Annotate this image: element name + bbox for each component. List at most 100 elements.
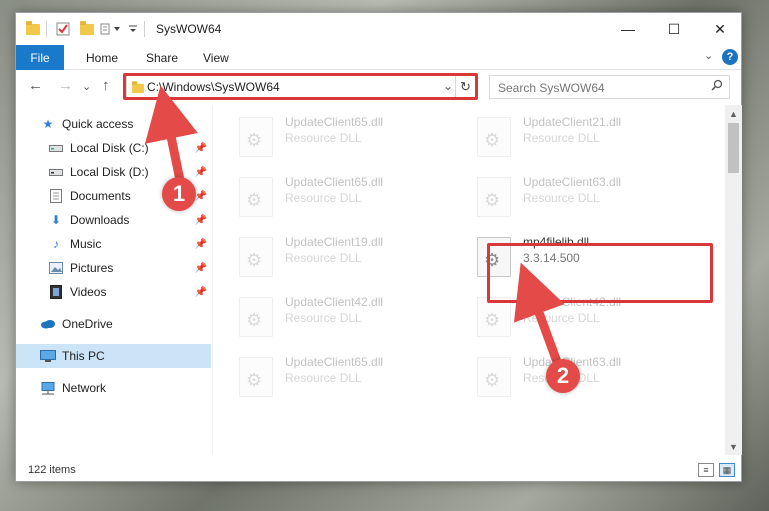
music-icon: ♪ — [53, 237, 59, 251]
back-button[interactable]: ← — [28, 77, 43, 94]
file-highlight — [487, 243, 713, 303]
sidebar-item-quick-access[interactable]: ★ Quick access — [16, 112, 211, 136]
sidebar-item-downloads[interactable]: ⬇ Downloads 📌 — [16, 208, 211, 232]
new-folder-icon[interactable] — [80, 20, 94, 38]
cloud-icon — [40, 317, 56, 331]
folder-icon — [26, 20, 40, 38]
vertical-scrollbar[interactable]: ▲ ▼ — [725, 105, 742, 455]
file-type: Resource DLL — [285, 191, 362, 205]
file-type: Resource DLL — [285, 311, 362, 325]
dll-file-icon: ⚙ — [239, 297, 273, 337]
navigation-pane: ★ Quick access Local Disk (C:) 📌 Local D… — [16, 105, 211, 455]
item-count: 122 items — [28, 464, 76, 476]
sidebar-item-label: Documents — [70, 189, 131, 203]
dll-file-icon: ⚙ — [477, 117, 511, 157]
divider — [46, 20, 47, 38]
dll-file-icon: ⚙ — [239, 117, 273, 157]
pin-icon[interactable]: 📌 — [195, 143, 207, 154]
star-icon: ★ — [42, 117, 54, 131]
file-type: Resource DLL — [523, 311, 600, 325]
search-input[interactable]: Search SysWOW64 — [498, 81, 605, 95]
tab-home[interactable]: Home — [86, 45, 118, 70]
file-name: UpdateClient42.dll — [285, 295, 384, 309]
pin-icon[interactable]: 📌 — [195, 239, 207, 250]
minimize-button[interactable]: — — [605, 13, 651, 45]
file-type: Resource DLL — [285, 371, 362, 385]
documents-icon — [48, 189, 64, 203]
sidebar-item-onedrive[interactable]: OneDrive — [16, 312, 211, 336]
list-item[interactable]: ⚙ UpdateClient63.dll Resource DLL — [451, 171, 681, 221]
explorer-window: SysWOW64 — ☐ ✕ File Home Share View ⌄ ? … — [15, 12, 742, 482]
tiles-view-icon[interactable]: ▦ — [719, 463, 735, 477]
sidebar-item-pictures[interactable]: Pictures 📌 — [16, 256, 211, 280]
pin-icon[interactable]: 📌 — [195, 215, 207, 226]
pin-icon[interactable]: 📌 — [195, 191, 207, 202]
forward-button[interactable]: → — [58, 77, 73, 94]
callout-2: 2 — [546, 359, 580, 393]
list-item[interactable]: ⚙ UpdateClient65.dll Resource DLL — [213, 351, 443, 401]
sidebar-item-network[interactable]: Network — [16, 376, 211, 400]
properties-icon[interactable] — [56, 20, 70, 38]
scroll-up-icon[interactable]: ▲ — [725, 105, 742, 122]
customize-toolbar-icon[interactable] — [100, 20, 122, 38]
file-name: UpdateClient19.dll — [285, 235, 384, 249]
help-icon[interactable]: ? — [722, 49, 738, 65]
dll-file-icon: ⚙ — [477, 297, 511, 337]
window-title: SysWOW64 — [156, 22, 222, 36]
sidebar-item-local-disk-c[interactable]: Local Disk (C:) 📌 — [16, 136, 211, 160]
sidebar-item-label: Local Disk (D:) — [70, 165, 149, 179]
sidebar-item-label: Music — [70, 237, 102, 251]
computer-icon — [40, 349, 56, 363]
file-name: UpdateClient63.dll — [523, 175, 622, 189]
maximize-button[interactable]: ☐ — [651, 13, 697, 45]
callout-1: 1 — [162, 177, 196, 211]
file-type: Resource DLL — [285, 131, 362, 145]
file-name: UpdateClient21.dll — [523, 115, 622, 129]
list-item[interactable]: ⚙ UpdateClient21.dll Resource DLL — [451, 111, 681, 161]
network-icon — [40, 381, 56, 395]
tab-view[interactable]: View — [203, 45, 229, 70]
tab-share[interactable]: Share — [146, 45, 178, 70]
sidebar-item-this-pc[interactable]: This PC — [16, 344, 211, 368]
file-name: UpdateClient65.dll — [285, 355, 384, 369]
address-highlight — [123, 73, 478, 100]
title-bar: SysWOW64 — ☐ ✕ — [16, 13, 741, 45]
downloads-icon: ⬇ — [50, 213, 62, 227]
tab-file[interactable]: File — [16, 45, 64, 70]
sidebar-item-label: Quick access — [62, 117, 134, 131]
sidebar-item-videos[interactable]: Videos 📌 — [16, 280, 211, 304]
sidebar-item-music[interactable]: ♪ Music 📌 — [16, 232, 211, 256]
dll-file-icon: ⚙ — [239, 237, 273, 277]
file-name: UpdateClient65.dll — [285, 115, 384, 129]
search-icon — [711, 79, 723, 94]
scroll-thumb[interactable] — [728, 123, 739, 173]
dll-file-icon: ⚙ — [477, 357, 511, 397]
pin-icon[interactable]: 📌 — [195, 287, 207, 298]
sidebar-item-label: Downloads — [70, 213, 130, 227]
details-view-icon[interactable]: ≡ — [698, 463, 714, 477]
pin-icon[interactable]: 📌 — [195, 263, 207, 274]
list-item[interactable]: ⚙ UpdateClient19.dll Resource DLL — [213, 231, 443, 281]
file-type: Resource DLL — [523, 131, 600, 145]
quick-access-dropdown-icon[interactable] — [128, 20, 138, 38]
recent-locations-button[interactable]: ⌄ — [82, 80, 91, 93]
sidebar-item-label: This PC — [62, 349, 105, 363]
list-item[interactable]: ⚙ UpdateClient42.dll Resource DLL — [213, 291, 443, 341]
search-box[interactable]: Search SysWOW64 — [489, 75, 730, 99]
status-bar: 122 items ≡ ▦ — [16, 459, 741, 483]
drive-icon — [48, 141, 64, 155]
sidebar-item-label: Network — [62, 381, 107, 395]
dll-file-icon: ⚙ — [477, 177, 511, 217]
pin-icon[interactable]: 📌 — [195, 167, 207, 178]
expand-ribbon-icon[interactable]: ⌄ — [704, 49, 713, 62]
sidebar-item-label: OneDrive — [62, 317, 113, 331]
divider — [144, 20, 145, 38]
list-item[interactable]: ⚙ UpdateClient65.dll Resource DLL — [213, 111, 443, 161]
drive-icon — [48, 165, 64, 179]
file-type: Resource DLL — [523, 191, 600, 205]
up-button[interactable]: ↑ — [102, 77, 110, 94]
scroll-down-icon[interactable]: ▼ — [725, 438, 742, 455]
file-list: ⚙ UpdateClient65.dll Resource DLL ⚙ Upda… — [213, 105, 725, 455]
list-item[interactable]: ⚙ UpdateClient65.dll Resource DLL — [213, 171, 443, 221]
close-button[interactable]: ✕ — [697, 13, 743, 45]
